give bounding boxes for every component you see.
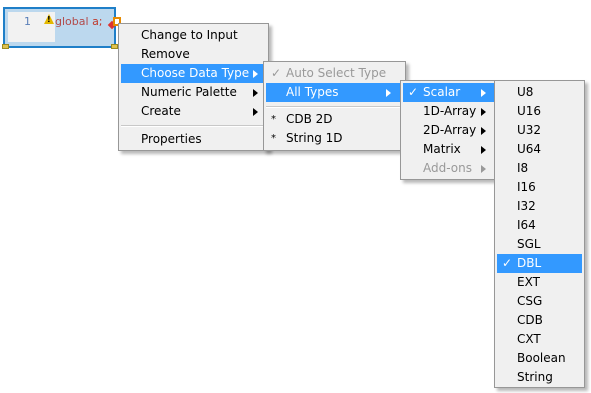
menu-item-label: Scalar [423,85,461,99]
menu-item-marker: * [271,114,276,125]
menu-item-u8[interactable]: U8 [497,83,582,102]
menu-item-label: Choose Data Type [141,66,250,80]
submenu-arrow-icon [253,108,258,116]
menu-item-label: CDB [517,313,543,327]
warning-icon: ! [44,14,54,24]
menu-item-label: Remove [141,47,190,61]
menu-item-label: Create [141,104,181,118]
menu-item-label: EXT [517,275,540,289]
menu-item-label: Properties [141,132,202,146]
menu-item-label: I32 [517,199,536,213]
menu-item-u16[interactable]: U16 [497,102,582,121]
menu-item-choose-data-type[interactable]: Choose Data Type [121,64,266,83]
menu-item-i16[interactable]: I16 [497,178,582,197]
menu-item-label: String [517,370,553,384]
menu-item-boolean[interactable]: Boolean [497,349,582,368]
menu-item-ext[interactable]: EXT [497,273,582,292]
menu-item-numeric-palette[interactable]: Numeric Palette [121,83,266,102]
menu-item-string[interactable]: String [497,368,582,387]
menu-item-cdb-2d[interactable]: * CDB 2D [266,110,403,129]
code-keyword: global [55,15,89,28]
menu-item-label: SGL [517,237,541,251]
submenu-arrow-icon [481,165,486,173]
menu-item-label: Boolean [517,351,566,365]
menu-item-label: CXT [517,332,541,346]
warning-glyph: ! [47,15,51,24]
menu-item-scalar[interactable]: ✓ Scalar [403,83,494,102]
all-types-submenu: ✓ Scalar 1D-Array 2D-Array Matrix Add-on… [400,80,497,180]
menu-item-label: 2D-Array [423,123,477,137]
menu-item-label: Change to Input [141,28,238,42]
menu-item-csg[interactable]: CSG [497,292,582,311]
menu-item-change-to-input[interactable]: Change to Input [121,26,266,45]
menu-item-cxt[interactable]: CXT [497,330,582,349]
menu-item-cdb[interactable]: CDB [497,311,582,330]
menu-item-properties[interactable]: Properties [121,130,266,149]
menu-item-label: CDB 2D [286,112,333,126]
checkmark-icon: ✓ [271,66,282,80]
menu-item-dbl[interactable]: ✓ DBL [497,254,582,273]
submenu-arrow-icon [481,108,486,116]
menu-item-remove[interactable]: Remove [121,45,266,64]
node-left-foot [2,44,9,49]
menu-item-label: Add-ons [423,161,472,175]
node-right-foot [111,44,118,49]
menu-item-add-ons: Add-ons [403,159,494,178]
menu-item-label: CSG [517,294,543,308]
menu-item-create[interactable]: Create [121,102,266,121]
menu-item-sgl[interactable]: SGL [497,235,582,254]
submenu-arrow-icon [481,89,486,97]
menu-item-label: String 1D [286,131,343,145]
menu-item-label: Auto Select Type [286,66,387,80]
menu-item-i8[interactable]: I8 [497,159,582,178]
menu-item-marker: * [271,133,276,144]
menu-item-label: U16 [517,104,542,118]
menu-item-label: DBL [517,256,542,270]
menu-separator [121,125,266,127]
menu-item-1d-array[interactable]: 1D-Array [403,102,494,121]
menu-item-label: U8 [517,85,534,99]
line-number: 1 [24,15,31,28]
menu-item-label: All Types [286,85,339,99]
menu-item-label: I8 [517,161,529,175]
menu-separator [266,106,403,108]
submenu-arrow-icon [253,70,258,78]
menu-item-label: I64 [517,218,536,232]
code-text[interactable]: global a; [55,15,103,28]
formula-node[interactable]: 1 ! global a; [3,7,116,48]
menu-item-label: Matrix [423,142,461,156]
menu-item-i64[interactable]: I64 [497,216,582,235]
menu-item-label: U64 [517,142,542,156]
submenu-arrow-icon [253,89,258,97]
submenu-arrow-icon [481,127,486,135]
menu-item-i32[interactable]: I32 [497,197,582,216]
submenu-arrow-icon [481,146,486,154]
checkmark-icon: ✓ [408,85,419,99]
menu-item-string-1d[interactable]: * String 1D [266,129,403,148]
menu-item-label: 1D-Array [423,104,477,118]
menu-item-all-types[interactable]: All Types [266,83,403,102]
menu-item-label: I16 [517,180,536,194]
checkmark-icon: ✓ [502,256,513,270]
menu-item-label: U32 [517,123,542,137]
menu-item-matrix[interactable]: Matrix [403,140,494,159]
choose-data-type-submenu: ✓ Auto Select Type All Types * CDB 2D * … [263,61,406,151]
code-variable: a; [92,15,103,28]
menu-item-u32[interactable]: U32 [497,121,582,140]
menu-item-2d-array[interactable]: 2D-Array [403,121,494,140]
menu-item-auto-select-type: ✓ Auto Select Type [266,64,403,83]
menu-item-u64[interactable]: U64 [497,140,582,159]
context-menu: Change to Input Remove Choose Data Type … [118,23,269,151]
scalar-types-submenu: U8 U16 U32 U64 I8 I16 I32 I64 SGL ✓ DBL … [494,80,585,388]
menu-item-label: Numeric Palette [141,85,237,99]
submenu-arrow-icon [386,89,391,97]
